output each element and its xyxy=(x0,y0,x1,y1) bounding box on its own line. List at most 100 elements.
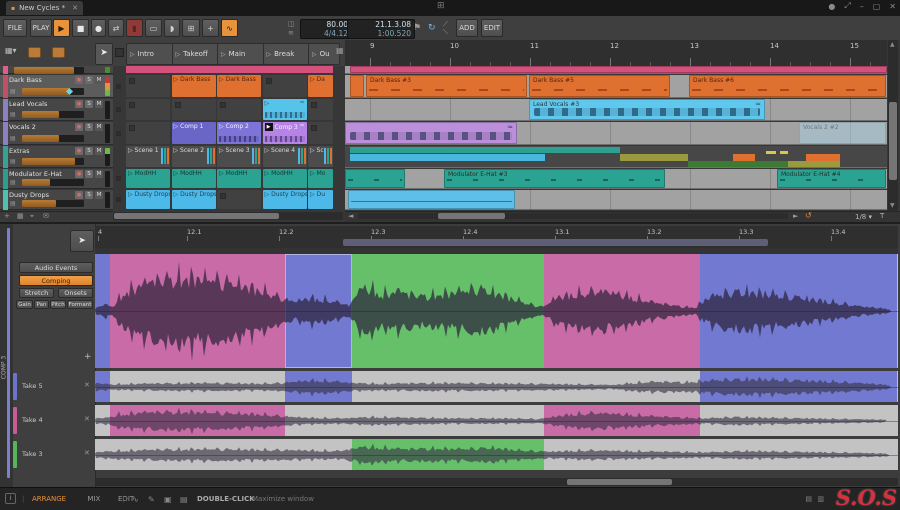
empty-clip-slot[interactable] xyxy=(126,122,170,144)
editor-button-comping[interactable]: Comping xyxy=(19,275,93,286)
empty-clip-slot[interactable] xyxy=(217,190,261,209)
zoom-level-label[interactable]: 1/8 ▾ xyxy=(855,213,872,221)
statusbar-icon-2[interactable]: ▣ xyxy=(164,495,172,504)
empty-clip-slot[interactable] xyxy=(308,99,333,120)
launcher-clip[interactable]: ▷ Du xyxy=(308,190,333,209)
stop-button[interactable]: ■ xyxy=(72,19,89,37)
statusbar-icon-3[interactable]: ▤ xyxy=(180,495,188,504)
arranger-clip[interactable] xyxy=(348,190,515,209)
arm-button[interactable]: ● xyxy=(75,170,83,178)
volume-fader[interactable] xyxy=(22,111,84,118)
solo-button[interactable]: S xyxy=(85,147,93,155)
track-row-partial[interactable] xyxy=(0,66,113,74)
shuffle-button[interactable]: ⇄ xyxy=(108,19,124,37)
take-section-pink[interactable] xyxy=(110,405,285,436)
track-row-vocals-2[interactable]: Vocals 2 ● S M ▤ xyxy=(0,122,113,145)
take-section-blue[interactable] xyxy=(285,371,352,402)
arm-button[interactable]: ● xyxy=(75,76,83,84)
scene-button-5[interactable]: ▷ Sc xyxy=(308,146,333,167)
take-lane-take-5[interactable] xyxy=(95,371,898,402)
stop-all-clips-button[interactable] xyxy=(115,48,124,57)
scene-header-2[interactable]: ▷ Takeoff xyxy=(171,43,223,65)
arranger-clip[interactable] xyxy=(350,75,364,97)
volume-fader[interactable] xyxy=(22,135,84,142)
volume-fader[interactable] xyxy=(22,200,84,207)
clip-stop-cell[interactable] xyxy=(116,107,121,112)
launcher-clip[interactable]: ▷ ModHH xyxy=(171,169,216,188)
comp-section-blue[interactable] xyxy=(95,254,110,368)
empty-clip-slot[interactable] xyxy=(171,99,216,120)
arm-button[interactable]: ● xyxy=(75,147,83,155)
launcher-clip[interactable]: ▷ ModHH xyxy=(126,169,170,188)
editor-hscrollbar[interactable] xyxy=(95,478,898,486)
marker-icon[interactable]: ⚑ xyxy=(413,23,421,33)
arranger-clip[interactable] xyxy=(345,169,405,188)
clip-play-icon[interactable]: ▷ xyxy=(128,170,133,177)
scene-play-icon[interactable]: ▷ xyxy=(221,51,226,58)
comp-section-green[interactable] xyxy=(352,254,544,368)
speaker-button[interactable]: ◗ xyxy=(164,19,180,37)
loop-tool-icon[interactable]: ↺ xyxy=(805,211,812,220)
take-remove-icon[interactable]: ✕ xyxy=(84,381,90,389)
arranger-clip[interactable]: Dark Bass #3 xyxy=(366,75,527,97)
scene-button-2[interactable]: ▷ Scene 2 xyxy=(171,146,216,167)
take-lane-take-4[interactable] xyxy=(95,405,898,436)
clip-play-icon[interactable]: ▷ xyxy=(265,170,270,177)
add-take-button[interactable]: + xyxy=(84,352,92,362)
arranger-clip[interactable]: Dark Bass #5 xyxy=(529,75,670,97)
arranger-clip[interactable]: Dark Bass #6 xyxy=(689,75,886,97)
mute-button[interactable]: M xyxy=(95,147,103,155)
file-icon[interactable]: ▤ xyxy=(805,495,812,503)
empty-clip-slot[interactable] xyxy=(126,75,170,97)
clip-play-icon[interactable]: ▷ xyxy=(174,191,179,198)
mute-button[interactable]: M xyxy=(95,191,103,199)
take-remove-icon[interactable]: ✕ xyxy=(84,449,90,457)
launcher-clip[interactable]: ▷ Dusty Drops xyxy=(171,190,216,209)
arranger-hscroll-thumb[interactable] xyxy=(438,213,505,219)
file-button[interactable]: FILE xyxy=(3,19,27,37)
empty-clip-slot[interactable] xyxy=(308,122,333,144)
clip-play-icon[interactable]: ▷ xyxy=(310,76,315,83)
clip-stop-cell[interactable] xyxy=(116,130,121,136)
magnet-icon[interactable]: ⌖ xyxy=(30,212,34,221)
restore-icon[interactable]: ⤢ xyxy=(844,1,850,11)
launcher-clip[interactable]: ▷ Dusty Drops xyxy=(262,190,307,209)
display-button[interactable]: ▭ xyxy=(145,19,162,37)
track-row-dark-bass[interactable]: Dark Bass ● S M ▤ xyxy=(0,75,113,98)
vscroll-up-icon[interactable]: ▲ xyxy=(890,41,895,48)
editor-button-onsets[interactable]: Onsets xyxy=(58,288,93,298)
scroll-left-icon[interactable]: ◄ xyxy=(348,212,353,220)
track-row-extras[interactable]: Extras ● S M ▤ xyxy=(0,146,113,168)
clip-stop-cell[interactable] xyxy=(116,197,121,202)
loop-icon[interactable]: ↻ xyxy=(428,23,436,33)
editor-hscroll-thumb[interactable] xyxy=(567,479,672,485)
scroll-right-icon[interactable]: ► xyxy=(793,212,798,220)
arm-button[interactable]: ● xyxy=(75,100,83,108)
arranger-clip[interactable]: ≈ xyxy=(345,122,517,144)
mute-button[interactable]: M xyxy=(95,76,103,84)
editor-pointer-tool[interactable]: ➤ xyxy=(70,230,94,252)
launcher-clip[interactable]: ▷ Dark Bass xyxy=(171,75,216,97)
play-menu-button[interactable]: PLAY xyxy=(30,19,52,37)
solo-button[interactable]: S xyxy=(85,170,93,178)
clip-play-icon[interactable]: ▷ xyxy=(310,170,315,177)
param-button-pitch[interactable]: Pitch xyxy=(50,300,66,309)
take-remove-icon[interactable]: ✕ xyxy=(84,415,90,423)
loop-record-button[interactable]: ▮ xyxy=(126,19,143,37)
empty-clip-slot[interactable] xyxy=(126,99,170,120)
track-type-icon[interactable]: ▦▾ xyxy=(5,46,17,55)
launcher-clip[interactable]: ▷ Mo xyxy=(308,169,333,188)
info-icon[interactable]: i xyxy=(5,493,16,504)
param-button-pan[interactable]: Pan xyxy=(34,300,49,309)
vscroll-down-icon[interactable]: ▼ xyxy=(890,202,895,209)
pointer-tool-button[interactable]: ➤ xyxy=(95,43,113,65)
launcher-grid-icon[interactable]: ▦ xyxy=(336,46,344,55)
launcher-clip[interactable]: ▷ Dark Bass xyxy=(217,75,261,97)
arranger-clip[interactable]: Vocals 2 #2 xyxy=(799,122,886,144)
volume-fader[interactable] xyxy=(22,179,84,186)
clip-play-icon[interactable]: ▷ xyxy=(265,100,270,107)
panel-button-mix[interactable]: MIX xyxy=(87,495,100,503)
launcher-clip[interactable]: ▷ ModHH xyxy=(217,169,261,188)
io-icon[interactable]: ✉ xyxy=(43,212,49,220)
clip-play-icon[interactable]: ▶ xyxy=(264,123,273,131)
